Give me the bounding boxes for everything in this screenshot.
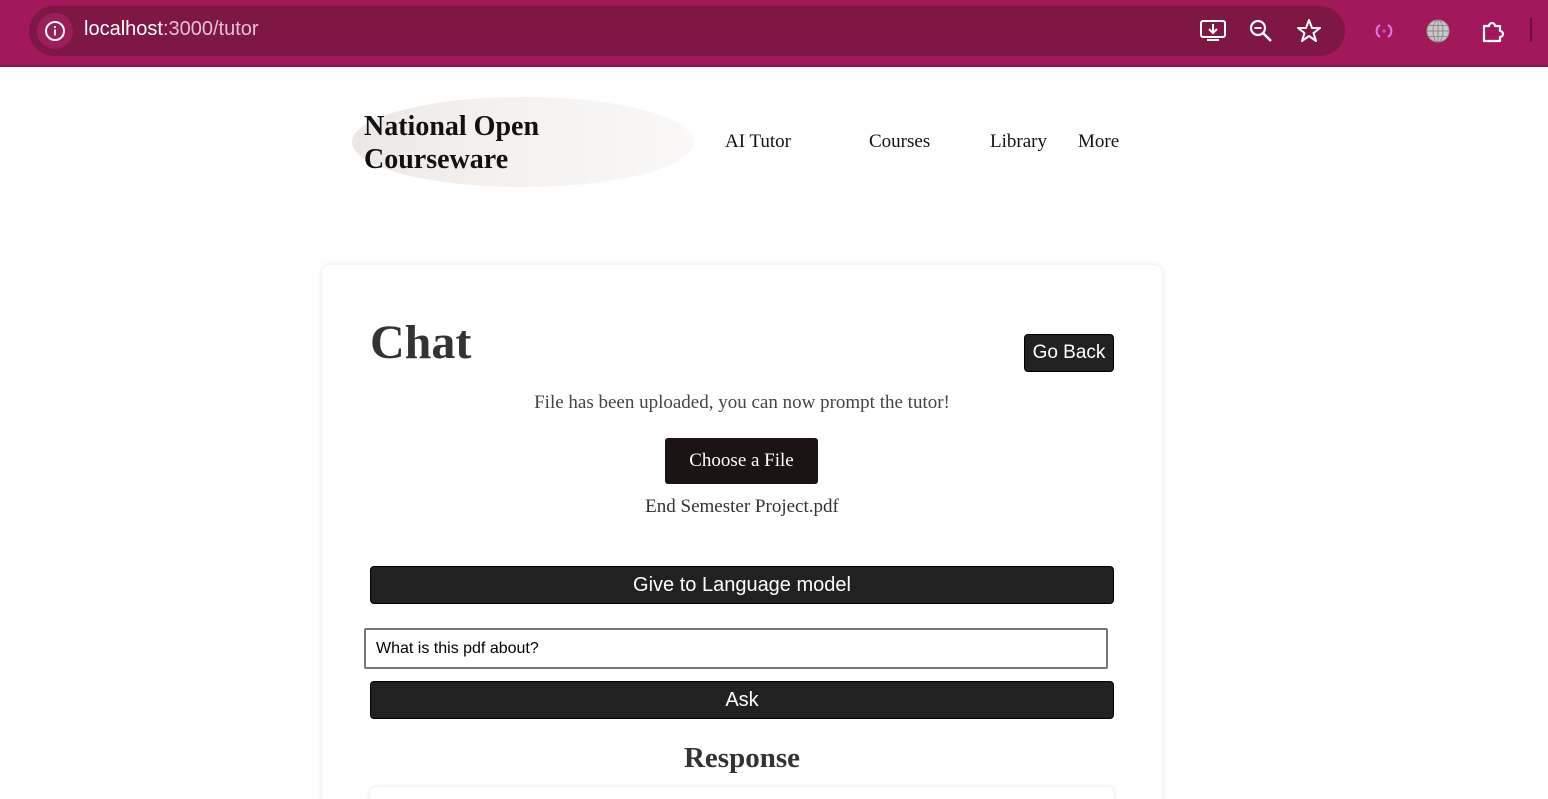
nav-more[interactable]: More: [1078, 131, 1119, 153]
choose-file-button[interactable]: Choose a File: [665, 438, 818, 484]
page-title: Chat: [370, 316, 472, 369]
nav-library[interactable]: Library: [990, 131, 1047, 153]
bookmark-star-icon[interactable]: [1295, 17, 1323, 45]
nav-courses[interactable]: Courses: [869, 131, 930, 153]
prompt-input[interactable]: [364, 628, 1108, 669]
extension-dot-icon[interactable]: [1370, 17, 1398, 45]
url-path: :3000/tutor: [162, 18, 259, 40]
url-host: localhost: [84, 18, 163, 40]
zoom-icon[interactable]: [1247, 17, 1275, 45]
site-brand[interactable]: National Open Courseware: [364, 110, 624, 176]
give-to-language-model-button[interactable]: Give to Language model: [370, 566, 1114, 604]
toolbar-divider: [1530, 18, 1532, 42]
globe-icon[interactable]: [1424, 17, 1452, 45]
puzzle-extensions-icon[interactable]: [1479, 17, 1507, 45]
upload-status-text: File has been uploaded, you can now prom…: [534, 392, 950, 413]
url-text[interactable]: localhost:3000/tutor: [84, 18, 259, 41]
go-back-button[interactable]: Go Back: [1024, 334, 1114, 372]
info-icon[interactable]: [37, 13, 73, 49]
install-app-icon[interactable]: [1199, 17, 1227, 45]
nav-ai-tutor[interactable]: AI Tutor: [725, 131, 791, 153]
address-bar[interactable]: localhost:3000/tutor: [29, 6, 1345, 56]
response-box: [370, 787, 1114, 799]
selected-file-name: End Semester Project.pdf: [645, 496, 839, 517]
response-heading: Response: [683, 742, 800, 774]
ask-button[interactable]: Ask: [370, 681, 1114, 719]
browser-toolbar: localhost:3000/tutor: [0, 0, 1548, 67]
